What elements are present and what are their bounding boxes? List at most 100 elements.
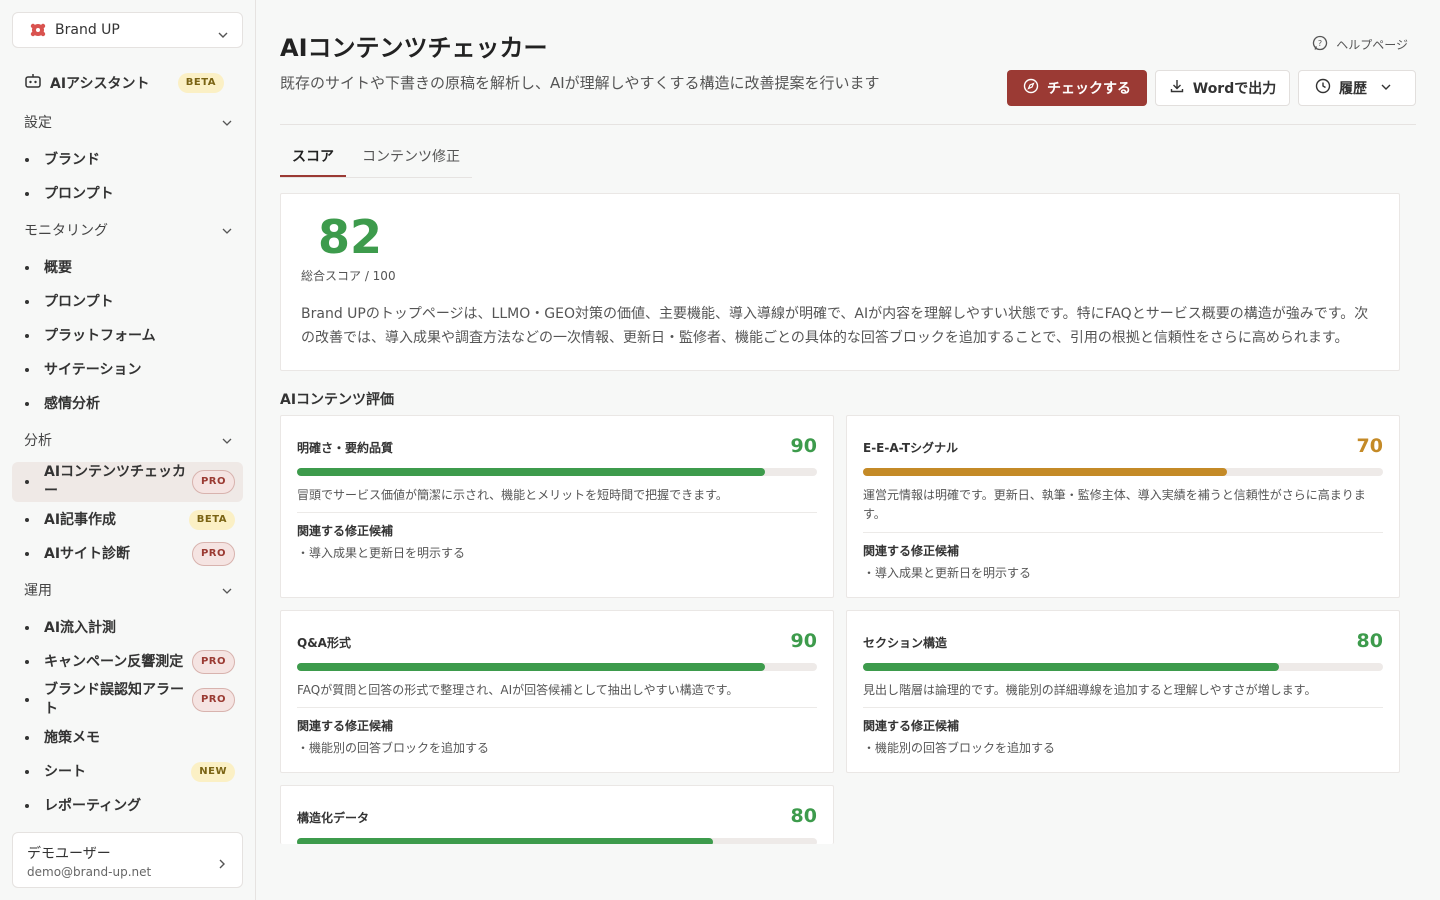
score-bar [863, 468, 1383, 476]
bullet [25, 368, 29, 372]
sidebar-item-overview[interactable]: 概要 [12, 258, 243, 278]
eval-title: セクション構造 [863, 636, 948, 650]
score-bar-fill [297, 663, 765, 671]
sidebar-item-prompt[interactable]: プロンプト [12, 184, 243, 204]
robot-icon [24, 72, 42, 94]
sidebar-item-label: プロンプト [44, 185, 114, 202]
eval-card: セクション構造 80 見出し階層は論理的です。機能別の詳細導線を追加すると理解し… [846, 610, 1400, 773]
sidebar-item-reporting[interactable]: レポーティング [12, 796, 243, 816]
sidebar-item-label: プラットフォーム [44, 327, 156, 344]
bullet [25, 804, 29, 808]
pro-badge: PRO [191, 542, 235, 566]
sidebar-item-platform[interactable]: プラットフォーム [12, 326, 243, 346]
sidebar-item-campaign[interactable]: キャンペーン反響測定 PRO [12, 650, 243, 674]
beta-badge: BETA [177, 73, 224, 93]
bullet [25, 158, 29, 162]
eval-title: E-E-A-Tシグナル [863, 441, 959, 455]
sidebar-item-label: AIサイト診断 [44, 545, 131, 562]
sidebar-item-label: ブランド [44, 151, 100, 168]
sidebar: Brand UP AIアシスタント BETA 設定 ブランド プロンプト モニタ… [0, 0, 256, 900]
bullet [25, 660, 29, 664]
chevron-down-icon [222, 113, 232, 132]
user-email: demo@brand-up.net [27, 865, 152, 879]
sidebar-item-sentiment[interactable]: 感情分析 [12, 394, 243, 414]
section-monitoring[interactable]: モニタリング [24, 220, 232, 240]
section-label: モニタリング [24, 223, 108, 239]
bullet [25, 770, 29, 774]
help-icon: ? [1312, 35, 1336, 54]
word-export-label: Wordで出力 [1192, 81, 1277, 97]
section-label: 運用 [24, 583, 52, 599]
total-score-value: 82 [318, 210, 383, 264]
related-fix-label: 関連する修正候補 [297, 524, 394, 538]
user-menu[interactable]: デモユーザー demo@brand-up.net [12, 832, 243, 888]
score-bar-fill [863, 663, 1279, 671]
eval-card: 構造化データ 80 [280, 785, 834, 844]
chevron-down-icon [222, 221, 232, 240]
section-analysis[interactable]: 分析 [24, 430, 232, 450]
sidebar-item-ai-article[interactable]: AI記事作成 BETA [12, 510, 243, 530]
sidebar-item-memo[interactable]: 施策メモ [12, 728, 243, 748]
beta-badge: BETA [188, 510, 235, 530]
sidebar-item-brand[interactable]: ブランド [12, 150, 243, 170]
bullet [25, 480, 29, 484]
eval-description: 運営元情報は明確です。更新日、執筆・監修主体、導入実績を補うと信頼性がさらに高ま… [863, 488, 1366, 521]
bullet [25, 552, 29, 556]
sidebar-item-label: AI記事作成 [44, 511, 117, 528]
related-fix-item: ・機能別の回答ブロックを追加する [297, 741, 490, 755]
brand-name: Brand UP [55, 22, 120, 38]
user-name: デモユーザー [27, 846, 111, 862]
pro-badge: PRO [191, 470, 235, 494]
tab-content-fix[interactable]: コンテンツ修正 [350, 138, 472, 177]
bullet [25, 698, 29, 702]
svg-text:?: ? [1318, 39, 1322, 48]
nav-ai-assistant[interactable]: AIアシスタント BETA [24, 72, 232, 94]
eval-description: FAQが質問と回答の形式で整理され、AIが回答候補として抽出しやすい構造です。 [297, 683, 739, 697]
divider [297, 512, 817, 513]
sidebar-item-ai-traffic[interactable]: AI流入計測 [12, 618, 243, 638]
score-bar-fill [297, 468, 765, 476]
sidebar-item-ai-content-checker[interactable]: AIコンテンツチェッカー PRO [12, 462, 243, 502]
section-label: 設定 [24, 115, 52, 131]
bullet [25, 266, 29, 270]
section-operation[interactable]: 運用 [24, 580, 232, 600]
score-summary: Brand UPのトップページは、LLMO・GEO対策の価値、主要機能、導入導線… [301, 306, 1369, 346]
bullet [25, 334, 29, 338]
sidebar-item-label: 施策メモ [44, 729, 100, 746]
score-bar [297, 468, 817, 476]
sidebar-item-label: 概要 [44, 259, 72, 276]
related-fix-item: ・導入成果と更新日を明示する [297, 546, 466, 560]
sidebar-item-ai-site-diagnosis[interactable]: AIサイト診断 PRO [12, 542, 243, 566]
bullet [25, 192, 29, 196]
eval-description: 冒頭でサービス価値が簡潔に示され、機能とメリットを短時間で把握できます。 [297, 488, 728, 502]
history-button[interactable]: 履歴 [1298, 70, 1416, 106]
related-fix-label: 関連する修正候補 [297, 719, 394, 733]
section-settings[interactable]: 設定 [24, 112, 232, 132]
sidebar-item-label: AI流入計測 [44, 619, 117, 636]
sidebar-item-monitor-prompt[interactable]: プロンプト [12, 292, 243, 312]
tab-score[interactable]: スコア [280, 138, 346, 177]
brand-selector[interactable]: Brand UP [12, 12, 243, 48]
divider [297, 707, 817, 708]
score-bar [297, 838, 817, 844]
help-link[interactable]: ? ヘルプページ [1312, 35, 1408, 54]
divider [863, 532, 1383, 533]
sidebar-item-sheet[interactable]: シート NEW [12, 760, 243, 784]
brand-logo-icon [29, 21, 47, 39]
bullet [25, 300, 29, 304]
sidebar-item-label: AIコンテンツチェッカー [44, 464, 187, 499]
sidebar-item-label: 感情分析 [44, 395, 100, 412]
sidebar-item-citation[interactable]: サイテーション [12, 360, 243, 380]
chevron-down-icon [218, 25, 228, 38]
check-button-label: チェックする [1047, 81, 1131, 97]
word-export-button[interactable]: Wordで出力 [1155, 70, 1290, 106]
check-button[interactable]: チェックする [1007, 70, 1147, 106]
download-icon [1169, 78, 1193, 98]
eval-card: Q&A形式 90 FAQが質問と回答の形式で整理され、AIが回答候補として抽出し… [280, 610, 834, 773]
related-fix-item: ・機能別の回答ブロックを追加する [863, 741, 1056, 755]
sidebar-item-brand-alert[interactable]: ブランド誤認知アラート PRO [12, 680, 243, 720]
help-link-label: ヘルプページ [1336, 38, 1408, 52]
related-fix-item: ・導入成果と更新日を明示する [863, 566, 1032, 580]
page-title: AIコンテンツチェッカー [280, 34, 548, 62]
history-label: 履歴 [1339, 81, 1367, 97]
